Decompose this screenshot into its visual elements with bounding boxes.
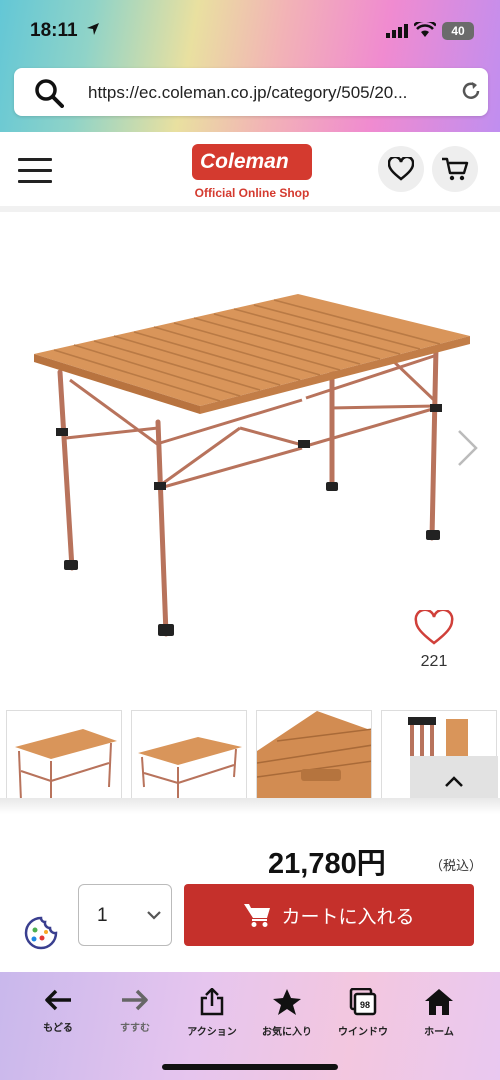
menu-icon[interactable] xyxy=(18,158,52,184)
cart-icon xyxy=(442,157,469,181)
forward-arrow-icon xyxy=(122,989,148,1011)
battery-icon: 40 xyxy=(442,22,474,40)
share-icon xyxy=(200,987,224,1016)
thumbnail-table-image xyxy=(138,737,242,801)
url-text[interactable]: https://ec.coleman.co.jp/category/505/20… xyxy=(88,83,448,103)
home-icon xyxy=(425,989,453,1015)
quantity-value: 1 xyxy=(97,905,108,926)
toolbar-share-label: アクション xyxy=(187,1027,237,1038)
toolbar-tabs-label: ウインドウ xyxy=(338,1027,388,1038)
tabs-count-badge: 98 xyxy=(360,1000,370,1010)
thumbnail-1[interactable] xyxy=(6,710,122,806)
toolbar-forward-label: すすむ xyxy=(120,1023,150,1034)
logo-subtitle: Official Online Shop xyxy=(194,186,310,200)
reload-icon[interactable] xyxy=(460,80,482,102)
home-indicator[interactable] xyxy=(162,1064,338,1070)
next-image-chevron-icon[interactable] xyxy=(456,428,480,468)
coleman-logo[interactable]: Coleman Official Online Shop xyxy=(188,142,312,202)
location-arrow-icon xyxy=(87,23,99,35)
toolbar-bookmarks[interactable]: お気に入り xyxy=(252,988,322,1038)
toolbar-forward[interactable]: すすむ xyxy=(100,988,170,1034)
thumbnail-table-image xyxy=(15,729,117,805)
star-icon xyxy=(273,989,301,1015)
divider-shadow xyxy=(0,798,500,814)
thumbnail-3[interactable] xyxy=(256,710,372,806)
toolbar-tabs[interactable]: 98 ウインドウ xyxy=(328,987,398,1038)
thumbnail-2[interactable] xyxy=(131,710,247,806)
toolbar-back-label: もどる xyxy=(43,1023,73,1034)
product-price: 21,780円 xyxy=(268,848,386,880)
status-time: 18:11 xyxy=(30,20,78,41)
toolbar-bookmarks-label: お気に入り xyxy=(262,1027,312,1038)
favorite-toggle[interactable]: 221 xyxy=(412,608,456,671)
product-image-table xyxy=(34,294,470,637)
status-bar: 18:11 40 xyxy=(0,0,500,60)
toolbar-back[interactable]: もどる xyxy=(23,988,93,1034)
cart-button[interactable] xyxy=(432,146,478,192)
toolbar-home[interactable]: ホーム xyxy=(404,988,474,1038)
favorite-count: 221 xyxy=(420,653,448,670)
add-to-cart-label: カートに入れる xyxy=(281,906,415,928)
chevron-up-icon xyxy=(445,776,463,787)
cookie-settings-icon[interactable] xyxy=(24,916,58,950)
browser-chrome: 18:11 40 https://ec.coleman.co.jp/catego… xyxy=(0,0,500,132)
toolbar-share[interactable]: アクション xyxy=(177,987,247,1038)
logo-wordmark: Coleman xyxy=(192,144,312,180)
chevron-down-icon xyxy=(147,911,161,920)
cellular-signal-icon xyxy=(386,24,408,38)
tabs-icon: 98 xyxy=(349,987,377,1016)
favorites-button[interactable] xyxy=(378,146,424,192)
cart-icon xyxy=(244,904,271,927)
add-to-cart-button[interactable]: カートに入れる xyxy=(184,884,474,946)
tax-included-note: （税込） xyxy=(430,858,483,873)
wifi-icon xyxy=(414,22,436,37)
address-bar[interactable]: https://ec.coleman.co.jp/category/505/20… xyxy=(14,68,488,116)
quantity-select[interactable]: 1 xyxy=(78,884,172,946)
heart-outline-icon xyxy=(414,608,454,645)
back-arrow-icon xyxy=(45,989,71,1011)
toolbar-home-label: ホーム xyxy=(424,1027,454,1038)
thumbnail-tabletop-closeup xyxy=(257,711,371,805)
product-image-carousel[interactable]: 221 xyxy=(0,218,500,698)
search-icon xyxy=(35,79,64,108)
heart-icon xyxy=(388,157,414,181)
site-header: Coleman Official Online Shop xyxy=(0,132,500,212)
